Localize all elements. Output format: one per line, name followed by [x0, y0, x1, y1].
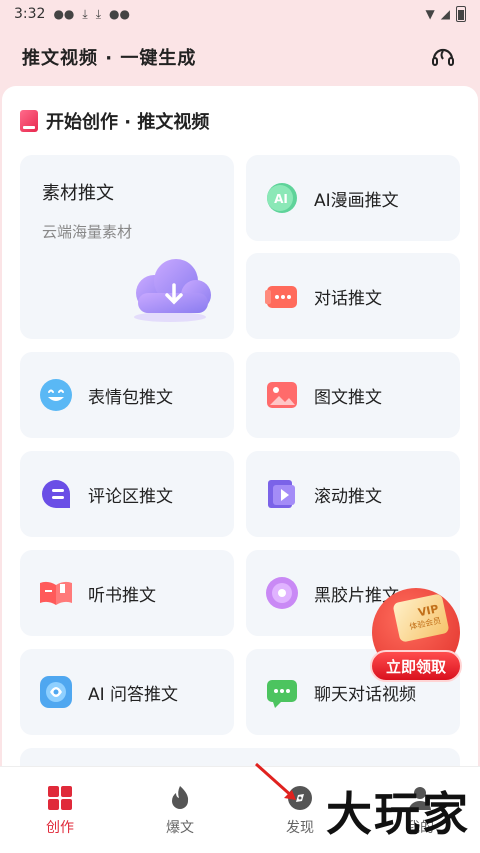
section-title: 开始创作 · 推文视频: [46, 112, 210, 133]
headset-icon: [432, 48, 454, 66]
card-ai-qa-label: AI 问答推文: [88, 684, 179, 705]
comment-icon: [38, 476, 74, 512]
open-book-icon: [38, 575, 74, 611]
download-icon: ⤓: [82, 6, 88, 21]
dialogue-icon: [264, 278, 300, 314]
tab-create[interactable]: 创作: [0, 767, 120, 853]
wifi-icon: ▼: [425, 7, 435, 21]
ai-qa-icon: [38, 674, 74, 710]
card-image-text[interactable]: 图文推文: [246, 352, 460, 438]
page-title: 推文视频 · 一键生成: [22, 48, 197, 69]
tab-viral-label: 爆文: [166, 820, 194, 836]
tab-create-label: 创作: [46, 820, 74, 836]
customer-service-button[interactable]: [428, 42, 458, 72]
card-audiobook-label: 听书推文: [88, 585, 156, 606]
svg-text:AI: AI: [274, 192, 288, 206]
section-header: 开始创作 · 推文视频: [20, 108, 209, 134]
cloud-download-icon: [124, 253, 216, 323]
signal-icon: ◢: [440, 7, 450, 21]
vip-card-sub: 体验会员: [408, 616, 442, 632]
card-scroll-label: 滚动推文: [314, 486, 382, 507]
tab-discover-label: 发现: [286, 820, 314, 836]
download-icon: ⤓: [95, 6, 102, 21]
vinyl-record-icon: [264, 575, 300, 611]
watermark-text: 大玩家: [326, 787, 470, 841]
status-bar: 3:32 ●● ⤓ ⤓ ●● ▼ ◢: [0, 0, 480, 28]
book-icon: [20, 110, 38, 132]
card-audiobook[interactable]: 听书推文: [20, 550, 234, 636]
image-icon: [264, 377, 300, 413]
card-ai-comic[interactable]: AI AI漫画推文: [246, 155, 460, 241]
ai-comic-icon: AI: [264, 180, 300, 216]
card-partial-row: [20, 748, 460, 766]
card-comment[interactable]: 评论区推文: [20, 451, 234, 537]
card-dialogue[interactable]: 对话推文: [246, 253, 460, 339]
app-header: 推文视频 · 一键生成: [0, 28, 480, 86]
flame-icon: [167, 785, 193, 811]
wechat-icon: ●●: [53, 7, 75, 21]
tab-viral[interactable]: 爆文: [120, 767, 240, 853]
battery-icon: [456, 6, 466, 22]
vip-trial-badge[interactable]: VIP 体验会员 立即领取: [370, 588, 462, 690]
wechat-icon: ●●: [109, 7, 130, 21]
card-material-subtitle: 云端海量素材: [42, 223, 133, 241]
chat-bubble-icon: [264, 674, 300, 710]
card-scroll[interactable]: 滚动推文: [246, 451, 460, 537]
card-material-title: 素材推文: [42, 183, 114, 204]
card-image-text-label: 图文推文: [314, 387, 382, 408]
card-emoji-label: 表情包推文: [88, 387, 173, 408]
card-emoji[interactable]: 表情包推文: [20, 352, 234, 438]
video-scroll-icon: [264, 476, 300, 512]
card-material[interactable]: 素材推文 云端海量素材: [20, 155, 234, 339]
claim-now-button[interactable]: 立即领取: [370, 650, 462, 682]
card-ai-qa[interactable]: AI 问答推文: [20, 649, 234, 735]
red-arrow-icon: [254, 762, 296, 800]
grid-icon: [47, 785, 73, 811]
status-time: 3:32: [14, 6, 46, 22]
card-ai-comic-label: AI漫画推文: [314, 190, 399, 211]
card-comment-label: 评论区推文: [88, 486, 173, 507]
smile-icon: [38, 377, 74, 413]
card-dialogue-label: 对话推文: [314, 288, 382, 309]
